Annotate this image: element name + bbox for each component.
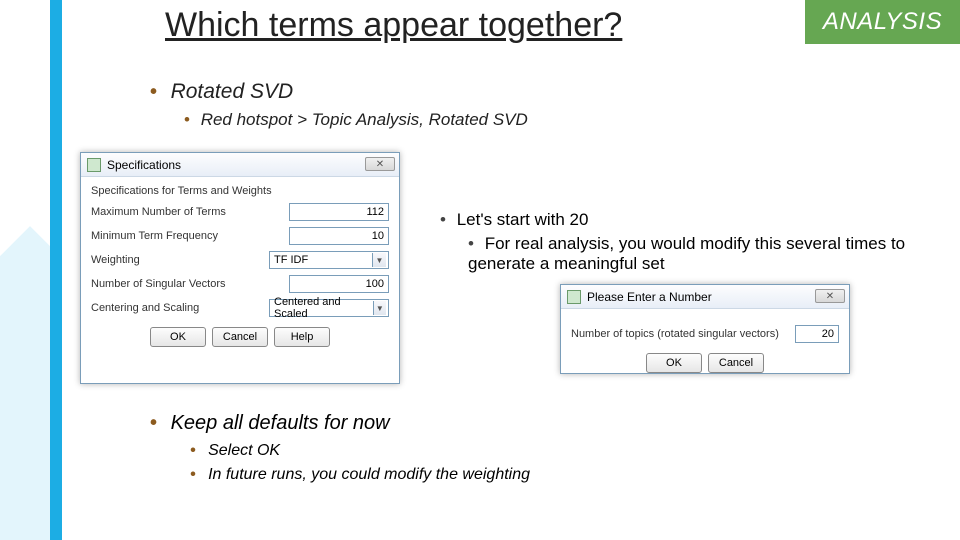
input-max-terms[interactable]: 112 bbox=[289, 203, 389, 221]
row-singular-vectors: Number of Singular Vectors 100 bbox=[91, 275, 389, 293]
combo-centering[interactable]: Centered and Scaled ▼ bbox=[269, 299, 389, 317]
bullet-dot-icon: • bbox=[190, 466, 196, 483]
analysis-badge: ANALYSIS bbox=[805, 0, 960, 44]
bullet-dot-icon: • bbox=[150, 81, 157, 103]
close-icon[interactable]: ✕ bbox=[815, 289, 845, 303]
combo-weighting[interactable]: TF IDF ▼ bbox=[269, 251, 389, 269]
bullet-text: For real analysis, you would modify this… bbox=[468, 234, 905, 273]
accent-bar bbox=[50, 0, 62, 540]
enter-number-dialog: Please Enter a Number ✕ Number of topics… bbox=[560, 284, 850, 374]
slide-title: Which terms appear together? bbox=[165, 6, 622, 45]
row-number-topics: Number of topics (rotated singular vecto… bbox=[571, 325, 839, 343]
cancel-button[interactable]: Cancel bbox=[708, 353, 764, 373]
combo-value: TF IDF bbox=[274, 254, 308, 266]
label-max-terms: Maximum Number of Terms bbox=[91, 206, 289, 218]
bullet-dot-icon: • bbox=[440, 210, 446, 229]
row-centering: Centering and Scaling Centered and Scale… bbox=[91, 299, 389, 317]
row-weighting: Weighting TF IDF ▼ bbox=[91, 251, 389, 269]
bullet-rotated-svd: • Rotated SVD bbox=[150, 80, 960, 104]
bullet-future-weighting: • In future runs, you could modify the w… bbox=[190, 466, 530, 484]
bullet-keep-defaults: • Keep all defaults for now bbox=[150, 412, 390, 435]
ok-button[interactable]: OK bbox=[646, 353, 702, 373]
label-centering: Centering and Scaling bbox=[91, 302, 269, 314]
bullet-dot-icon: • bbox=[184, 110, 190, 129]
right-bullets: • Let's start with 20 • For real analysi… bbox=[440, 210, 960, 274]
input-number-topics[interactable]: 20 bbox=[795, 325, 839, 343]
bullet-red-hotspot: • Red hotspot > Topic Analysis, Rotated … bbox=[184, 110, 960, 130]
ok-button[interactable]: OK bbox=[150, 327, 206, 347]
combo-value: Centered and Scaled bbox=[274, 296, 373, 320]
dialog-body: Specifications for Terms and Weights Max… bbox=[81, 177, 399, 355]
section-label: Specifications for Terms and Weights bbox=[91, 185, 389, 197]
slide: ANALYSIS Which terms appear together? • … bbox=[0, 0, 960, 540]
specifications-dialog: Specifications ✕ Specifications for Term… bbox=[80, 152, 400, 384]
cancel-button[interactable]: Cancel bbox=[212, 327, 268, 347]
dialog-title: Please Enter a Number bbox=[587, 290, 712, 304]
input-singular-vectors[interactable]: 100 bbox=[289, 275, 389, 293]
bullet-dot-icon: • bbox=[190, 442, 196, 459]
bullet-text: In future runs, you could modify the wei… bbox=[208, 466, 530, 483]
dialog-titlebar[interactable]: Please Enter a Number ✕ bbox=[561, 285, 849, 309]
label-number-topics: Number of topics (rotated singular vecto… bbox=[571, 328, 795, 340]
label-weighting: Weighting bbox=[91, 254, 269, 266]
dialog-titlebar[interactable]: Specifications ✕ bbox=[81, 153, 399, 177]
bullet-text: Red hotspot > Topic Analysis, Rotated SV… bbox=[201, 110, 528, 129]
chevron-down-icon: ▼ bbox=[372, 253, 386, 267]
bullet-dot-icon: • bbox=[468, 234, 474, 253]
row-min-freq: Minimum Term Frequency 10 bbox=[91, 227, 389, 245]
bullet-text: Select OK bbox=[208, 442, 280, 459]
dialog-buttons: OK Cancel bbox=[571, 353, 839, 373]
app-icon bbox=[87, 158, 101, 172]
help-button[interactable]: Help bbox=[274, 327, 330, 347]
bullet-real-analysis: • For real analysis, you would modify th… bbox=[468, 234, 960, 274]
close-icon[interactable]: ✕ bbox=[365, 157, 395, 171]
label-singular-vectors: Number of Singular Vectors bbox=[91, 278, 289, 290]
app-icon bbox=[567, 290, 581, 304]
bullet-text: Keep all defaults for now bbox=[171, 412, 390, 434]
label-min-freq: Minimum Term Frequency bbox=[91, 230, 289, 242]
bullet-text: Rotated SVD bbox=[171, 80, 294, 103]
bullet-start-20: • Let's start with 20 bbox=[440, 210, 960, 230]
dialog-title: Specifications bbox=[107, 158, 181, 172]
bullet-text: Let's start with 20 bbox=[457, 210, 589, 229]
bullets-main: • Rotated SVD • Red hotspot > Topic Anal… bbox=[150, 80, 960, 130]
chevron-down-icon: ▼ bbox=[373, 301, 386, 315]
input-min-freq[interactable]: 10 bbox=[289, 227, 389, 245]
dialog-body: Number of topics (rotated singular vecto… bbox=[561, 309, 849, 383]
bullet-dot-icon: • bbox=[150, 412, 157, 434]
dialog-buttons: OK Cancel Help bbox=[91, 327, 389, 347]
accent-triangle bbox=[0, 0, 50, 540]
row-max-terms: Maximum Number of Terms 112 bbox=[91, 203, 389, 221]
bullet-select-ok: • Select OK bbox=[190, 442, 280, 460]
